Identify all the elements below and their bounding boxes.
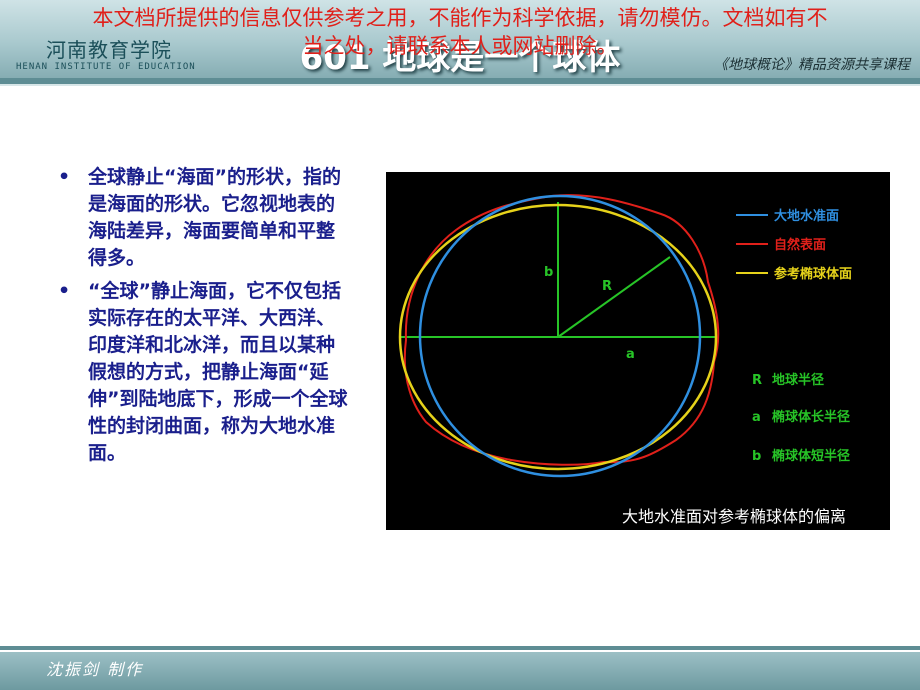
author-credit: 沈振剑 制作 [46,660,144,679]
footer-stripe [0,646,920,650]
bullet-list: • 全球静止“海面”的形状，指的是海面的形状。它忽视地表的海陆差异，海面要简单和… [58,164,348,473]
label-R: R [602,279,612,294]
watermark-line-2: 当之处，请联系本人或网站删除。 [302,34,618,58]
legend-label-natural: 自然表面 [774,237,826,253]
symbol-a: a [752,410,761,425]
symbol-R: R [752,373,762,388]
geoid-figure: b R a 大地水准面 自然表面 参考椭球体面 R 地球半径 a 椭球体长半径 … [386,172,890,530]
symbol-a-label: 椭球体长半径 [772,409,850,425]
symbol-b-label: 椭球体短半径 [772,448,850,464]
watermark-line-1: 本文档所提供的信息仅供参考之用，不能作为科学依据，请勿模仿。文档如有不 [92,6,828,30]
bullet-text: 全球静止“海面”的形状，指的是海面的形状。它忽视地表的海陆差异，海面要简单和平整… [88,166,341,269]
radius-line [557,256,671,338]
geoid-diagram: b R a 大地水准面 自然表面 参考椭球体面 R 地球半径 a 椭球体长半径 … [398,194,852,526]
bullet-dot: • [58,280,71,302]
header-stripe-light [0,84,920,86]
symbol-b: b [752,449,761,464]
bullet-item: • 全球静止“海面”的形状，指的是海面的形状。它忽视地表的海陆差异，海面要简单和… [58,164,348,272]
watermark-notice: 本文档所提供的信息仅供参考之用，不能作为科学依据，请勿模仿。文档如有不 当之处，… [0,4,920,60]
symbol-R-label: 地球半径 [772,372,824,388]
bullet-text: “全球”静止海面，它不仅包括实际存在的太平洋、大西洋、印度洋和北冰洋，而且以某种… [88,280,348,464]
legend-label-geoid: 大地水准面 [774,208,839,224]
label-b: b [544,265,553,280]
label-a: a [626,347,635,362]
figure-caption: 大地水准面对参考椭球体的偏离 [622,507,846,526]
symbol-key: R 地球半径 a 椭球体长半径 b 椭球体短半径 [752,372,850,464]
bullet-item: • “全球”静止海面，它不仅包括实际存在的太平洋、大西洋、印度洋和北冰洋，而且以… [58,278,348,467]
bullet-dot: • [58,166,71,188]
legend: 大地水准面 自然表面 参考椭球体面 [736,208,852,282]
legend-label-ellipsoid: 参考椭球体面 [774,266,852,282]
